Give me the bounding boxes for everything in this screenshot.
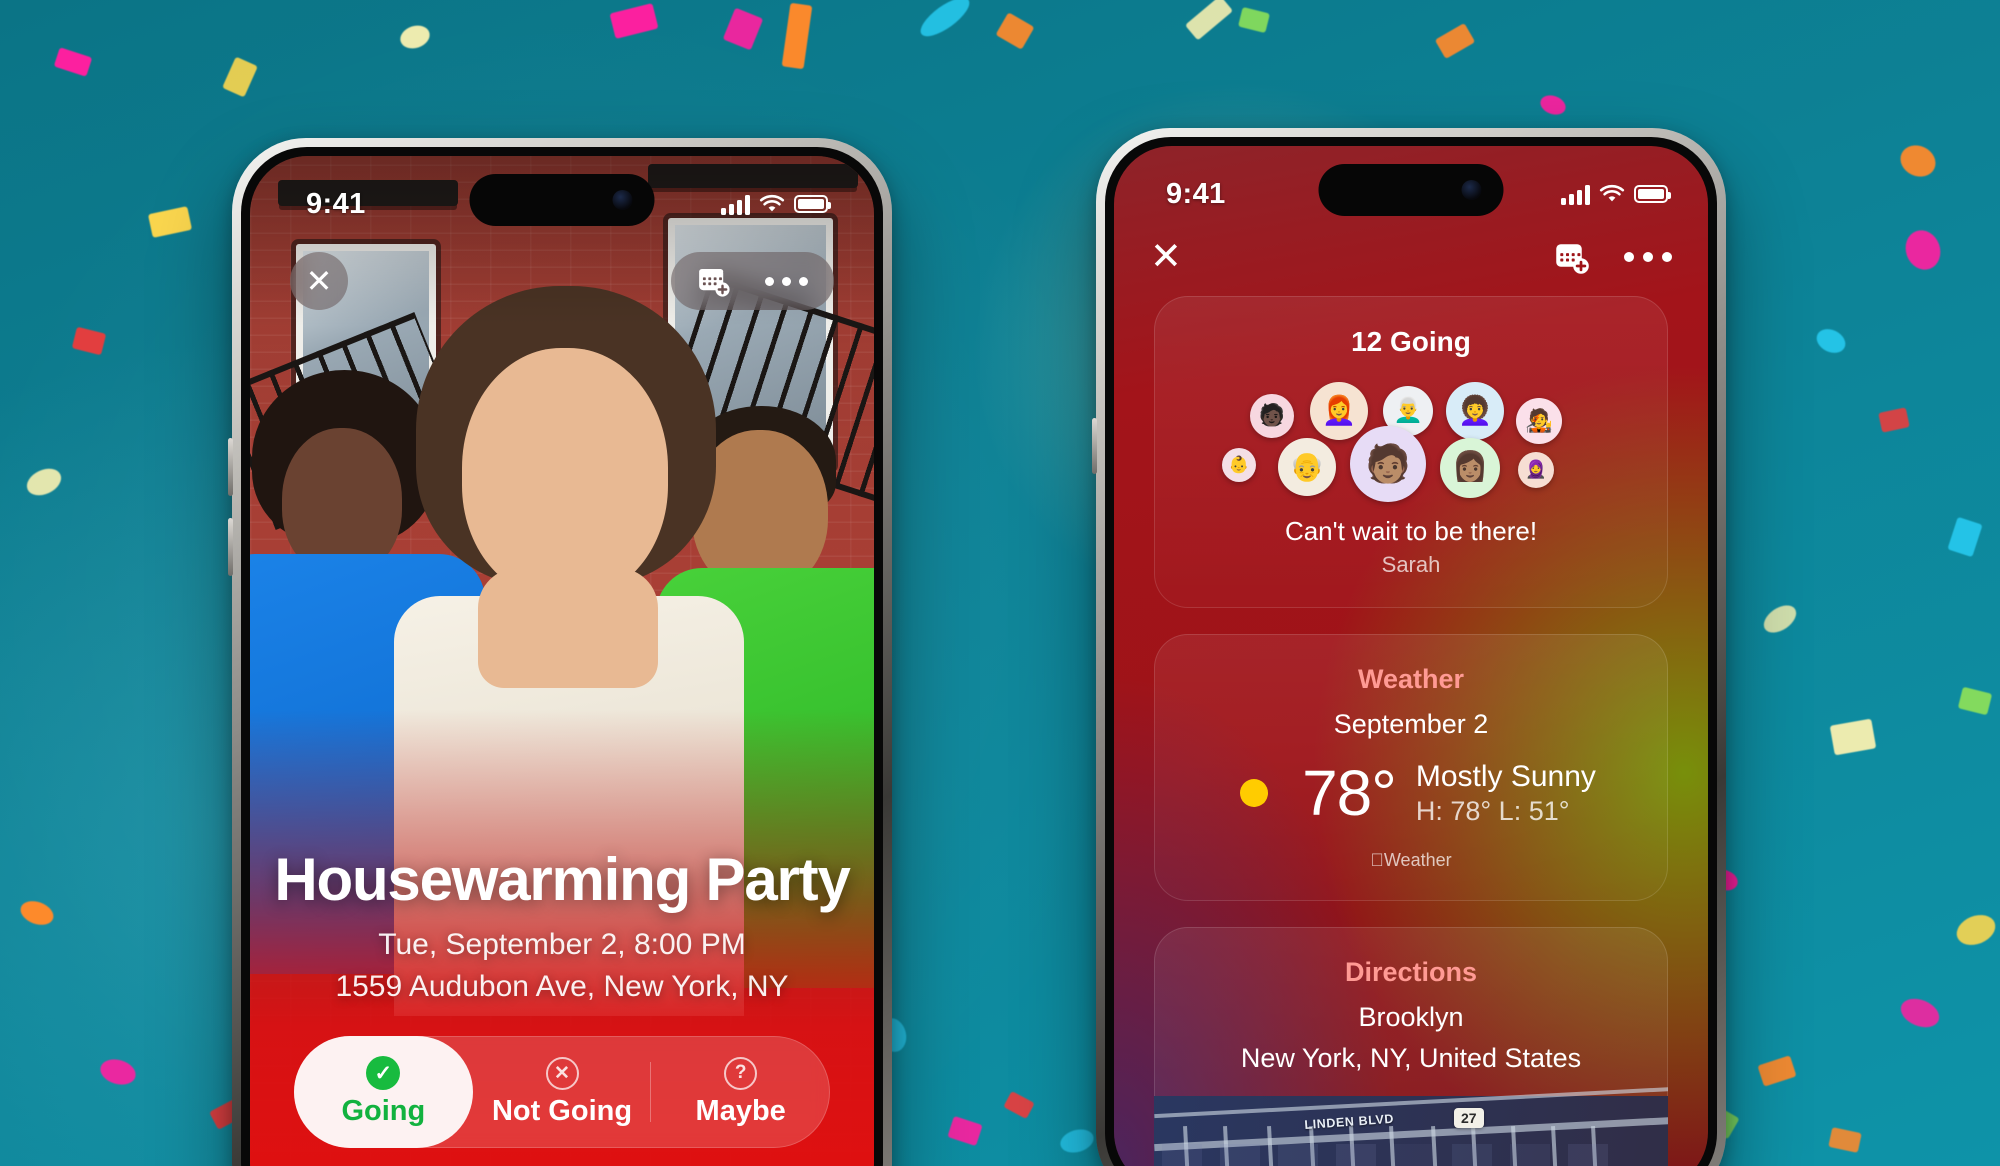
weather-date: September 2 xyxy=(1178,709,1644,740)
avatar-face: 👩🏽 xyxy=(1452,453,1488,482)
status-icons xyxy=(721,194,828,215)
phone-invite-card: 9:41 ✕ Housewarming Party Tue, September… xyxy=(232,138,892,1166)
detail-right-controls xyxy=(1554,239,1672,275)
avatar-9[interactable]: 👩🏽 xyxy=(1440,438,1500,498)
rsvp-option-not-going[interactable]: ✕ Not Going xyxy=(473,1036,652,1148)
avatar-8[interactable]: 🧑🏽 xyxy=(1350,426,1426,502)
more-dots-icon[interactable] xyxy=(765,277,808,286)
attendees-card[interactable]: 12 Going 🧑🏿 👩‍🦰 👨‍🦳 👩‍🦱 🧑‍🎤 👶 👴 🧑🏽 👩🏽 🧕 Can't wai… xyxy=(1154,296,1668,608)
battery-icon xyxy=(794,195,828,213)
directions-heading: Directions xyxy=(1178,957,1644,988)
avatar-face: 🧑🏽 xyxy=(1365,446,1411,483)
invite-actions-pill xyxy=(671,252,834,310)
check-circle-icon: ✓ xyxy=(366,1056,400,1090)
map-block xyxy=(1162,1144,1202,1166)
status-icons-right xyxy=(1561,184,1668,205)
avatar-face: 🧑‍🎤 xyxy=(1525,410,1553,432)
attendee-quote-author: Sarah xyxy=(1178,552,1644,578)
event-datetime: Tue, September 2, 8:00 PM xyxy=(250,928,874,962)
avatar-10[interactable]: 🧕 xyxy=(1518,452,1554,488)
event-info: Housewarming Party Tue, September 2, 8:0… xyxy=(250,845,874,1004)
phone-event-detail: 12 Going 🧑🏿 👩‍🦰 👨‍🦳 👩‍🦱 🧑‍🎤 👶 👴 🧑🏽 👩🏽 🧕 Can't wai… xyxy=(1096,128,1726,1166)
screen-invite-card: 9:41 ✕ Housewarming Party Tue, September… xyxy=(250,156,874,1166)
map-block xyxy=(1278,1144,1318,1166)
rsvp-going-label: Going xyxy=(341,1095,425,1128)
avatar-2[interactable]: 👩‍🦰 xyxy=(1310,382,1368,440)
weather-card[interactable]: Weather September 2 78° Mostly Sunny H: … xyxy=(1154,634,1668,901)
status-time: 9:41 xyxy=(306,188,366,221)
weather-heading: Weather xyxy=(1178,664,1644,695)
avatar-face: 🧕 xyxy=(1525,461,1547,478)
weather-condition-block: Mostly Sunny H: 78° L: 51° xyxy=(1416,760,1596,827)
detail-scroll-area[interactable]: 12 Going 🧑🏿 👩‍🦰 👨‍🦳 👩‍🦱 🧑‍🎤 👶 👴 🧑🏽 👩🏽 🧕 Can't wai… xyxy=(1114,146,1708,1166)
map-preview[interactable]: LINDEN BLVDE 34TH STE 35TH STE 37TH STE … xyxy=(1154,1096,1668,1166)
map-block xyxy=(1452,1144,1492,1166)
rsvp-maybe-label: Maybe xyxy=(696,1095,786,1128)
avatar-face: 👴 xyxy=(1290,453,1325,481)
dynamic-island xyxy=(470,174,655,226)
map-block xyxy=(1568,1144,1608,1166)
weather-attribution: Weather xyxy=(1178,850,1644,871)
phone-right-side-button[interactable] xyxy=(1092,418,1097,474)
signal-bars-icon xyxy=(721,194,750,215)
wifi-icon xyxy=(1599,184,1625,204)
avatar-4[interactable]: 👩‍🦱 xyxy=(1446,382,1504,440)
phone-right-bezel: 12 Going 🧑🏿 👩‍🦰 👨‍🦳 👩‍🦱 🧑‍🎤 👶 👴 🧑🏽 👩🏽 🧕 Can't wai… xyxy=(1105,137,1717,1166)
avatar-face: 🧑🏿 xyxy=(1259,405,1285,426)
sun-icon xyxy=(1226,765,1282,821)
weather-temperature: 78° xyxy=(1302,756,1396,830)
avatar-6[interactable]: 👶 xyxy=(1222,448,1256,482)
event-address: 1559 Audubon Ave, New York, NY xyxy=(250,970,874,1004)
phone-bezel: 9:41 ✕ Housewarming Party Tue, September… xyxy=(241,147,883,1166)
question-circle-icon: ? xyxy=(724,1057,757,1090)
invite-right-controls xyxy=(671,252,834,310)
phone-side-button[interactable] xyxy=(228,438,233,496)
map-block xyxy=(1510,1144,1550,1166)
rsvp-option-maybe[interactable]: ? Maybe xyxy=(651,1036,830,1148)
avatar-face: 👨‍🦳 xyxy=(1393,399,1423,423)
wifi-icon xyxy=(759,194,785,214)
avatar-5[interactable]: 🧑‍🎤 xyxy=(1516,398,1562,444)
event-detail-background: 12 Going 🧑🏿 👩‍🦰 👨‍🦳 👩‍🦱 🧑‍🎤 👶 👴 🧑🏽 👩🏽 🧕 Can't wai… xyxy=(1114,146,1708,1166)
phone-volume-up-button[interactable] xyxy=(228,518,233,576)
attendee-quote: Can't wait to be there! xyxy=(1178,516,1644,547)
more-dots-icon[interactable] xyxy=(1624,252,1672,262)
invite-top-controls: ✕ xyxy=(250,252,874,310)
weather-high-low: H: 78° L: 51° xyxy=(1416,796,1596,827)
close-icon[interactable]: ✕ xyxy=(290,252,348,310)
rsvp-segmented-control: ✓ Going ✕ Not Going ? Maybe xyxy=(294,1036,830,1148)
avatar-1[interactable]: 🧑🏿 xyxy=(1250,394,1294,438)
map-block xyxy=(1336,1144,1376,1166)
rsvp-not-going-label: Not Going xyxy=(492,1095,632,1128)
weather-condition: Mostly Sunny xyxy=(1416,760,1596,794)
directions-card[interactable]: Directions Brooklyn New York, NY, United… xyxy=(1154,927,1668,1166)
attendee-avatar-cluster[interactable]: 🧑🏿 👩‍🦰 👨‍🦳 👩‍🦱 🧑‍🎤 👶 👴 🧑🏽 👩🏽 🧕 xyxy=(1178,376,1644,494)
avatar-face: 👩‍🦰 xyxy=(1322,397,1357,425)
close-icon[interactable]: ✕ xyxy=(1150,238,1182,276)
directions-locality: Brooklyn xyxy=(1178,1002,1644,1033)
map-block xyxy=(1394,1144,1434,1166)
route-shield: 27 xyxy=(1454,1108,1484,1128)
calendar-add-icon[interactable] xyxy=(697,264,731,298)
battery-icon xyxy=(1634,185,1668,203)
screen-event-detail: 12 Going 🧑🏿 👩‍🦰 👨‍🦳 👩‍🦱 🧑‍🎤 👶 👴 🧑🏽 👩🏽 🧕 Can't wai… xyxy=(1114,146,1708,1166)
rsvp-option-going[interactable]: ✓ Going xyxy=(294,1036,473,1148)
signal-bars-icon xyxy=(1561,184,1590,205)
attendees-heading: 12 Going xyxy=(1178,326,1644,358)
status-time-right: 9:41 xyxy=(1166,178,1226,211)
weather-readout: 78° Mostly Sunny H: 78° L: 51° xyxy=(1178,756,1644,830)
avatar-face: 👩‍🦱 xyxy=(1458,397,1493,425)
page-title: Housewarming Party xyxy=(250,845,874,914)
calendar-add-icon[interactable] xyxy=(1554,239,1590,275)
detail-top-controls: ✕ xyxy=(1114,238,1708,276)
directions-region: New York, NY, United States xyxy=(1178,1043,1644,1074)
map-block xyxy=(1220,1144,1260,1166)
x-circle-icon: ✕ xyxy=(546,1057,579,1090)
dynamic-island-right xyxy=(1319,164,1504,216)
avatar-7[interactable]: 👴 xyxy=(1278,438,1336,496)
avatar-face: 👶 xyxy=(1229,457,1249,473)
